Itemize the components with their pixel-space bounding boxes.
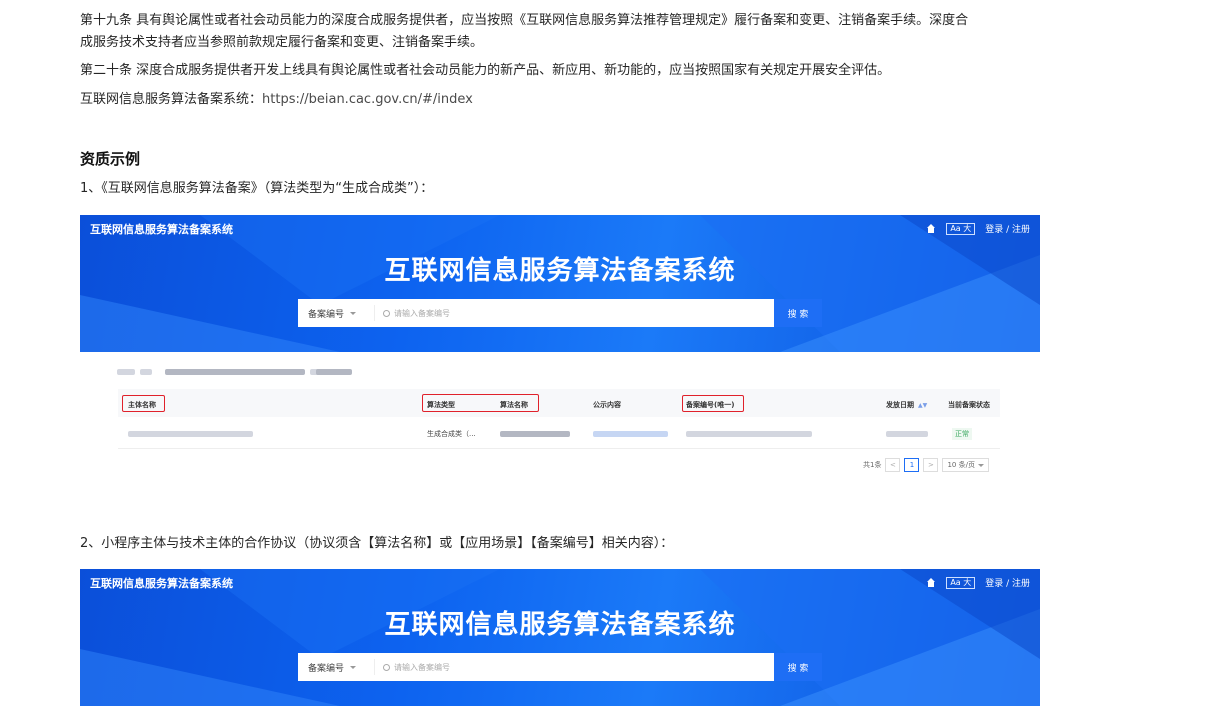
sort-icon[interactable]: ▲▼ xyxy=(918,402,927,409)
status-badge: 正常 xyxy=(952,428,972,440)
results-panel: 主体名称 算法类型 算法名称 公示内容 备案编号(唯一) 发放日期 ▲▼ 当前备案… xyxy=(80,352,1040,492)
font-size-toggle[interactable]: Aa 大 xyxy=(946,576,976,589)
highlight-record-number xyxy=(682,395,744,412)
login-link[interactable]: 登录 / 注册 xyxy=(985,222,1030,235)
banner-toolbar: Aa 大 登录 / 注册 xyxy=(926,222,1030,235)
article-para-20: 第二十条 深度合成服务提供者开发上线具有舆论属性或者社会动员能力的新产品、新应用… xyxy=(80,63,891,78)
search-bar: 备案编号 请输入备案编号 xyxy=(298,299,822,327)
blurred-algo-name xyxy=(500,431,570,437)
blurred-text xyxy=(140,369,152,375)
chevron-down-icon xyxy=(350,311,357,315)
search-icon xyxy=(383,663,390,671)
blurred-text xyxy=(316,369,352,375)
col-public-content: 公示内容 xyxy=(593,401,621,409)
row-algo-type: 生成合成类（... xyxy=(427,430,476,438)
search-type-label: 备案编号 xyxy=(308,309,345,320)
col-issue-date-label: 发放日期 xyxy=(886,401,914,409)
page-size-label: 10 条/页 xyxy=(947,461,975,469)
search-bar: 备案编号 请输入备案编号 xyxy=(298,653,822,681)
banner-title: 互联网信息服务算法备案系统 xyxy=(384,610,736,640)
blurred-issue-date xyxy=(886,431,928,437)
page-size-select[interactable]: 10 条/页 xyxy=(942,458,989,472)
search-input[interactable]: 请输入备案编号 xyxy=(375,308,822,319)
search-placeholder: 请输入备案编号 xyxy=(394,308,450,318)
pager-next-button[interactable]: > xyxy=(923,458,939,472)
col-issue-date[interactable]: 发放日期 ▲▼ xyxy=(886,400,927,410)
login-link[interactable]: 登录 / 注册 xyxy=(985,576,1030,589)
chevron-down-icon xyxy=(350,665,357,669)
banner-logo[interactable]: 互联网信息服务算法备案系统 xyxy=(90,575,233,591)
table-header-row xyxy=(118,389,1000,417)
col-status: 当前备案状态 xyxy=(948,401,990,409)
article-para-beian: 互联网信息服务算法备案系统：https://beian.cac.gov.cn/#… xyxy=(80,89,473,111)
search-type-select[interactable]: 备案编号 xyxy=(298,659,375,675)
chevron-down-icon xyxy=(977,463,984,467)
pager-page-1[interactable]: 1 xyxy=(904,458,920,472)
blurred-record-number xyxy=(686,431,812,437)
banner-title: 互联网信息服务算法备案系统 xyxy=(384,256,736,286)
beian-banner-1: 互联网信息服务算法备案系统 Aa 大 登录 / 注册 互联网信息服务算法备案系统… xyxy=(80,215,1040,352)
example-item-1: 1、《互联网信息服务算法备案》（算法类型为“生成合成类”）： xyxy=(80,181,434,196)
public-content-link[interactable] xyxy=(593,431,668,437)
section-title: 资质示例 xyxy=(80,150,141,168)
highlight-entity xyxy=(122,395,165,412)
banner-toolbar: Aa 大 登录 / 注册 xyxy=(926,576,1030,589)
beian-banner-2: 互联网信息服务算法备案系统 Aa 大 登录 / 注册 互联网信息服务算法备案系统… xyxy=(80,569,1040,706)
example-item-2: 2、小程序主体与技术主体的合作协议（协议须含【算法名称】或【应用场景】【备案编号… xyxy=(80,536,674,551)
pagination: 共1条 < 1 > 10 条/页 xyxy=(863,458,989,472)
beian-label: 互联网信息服务算法备案系统： xyxy=(80,92,263,107)
beian-link[interactable]: https://beian.cac.gov.cn/#/index xyxy=(262,92,473,107)
blurred-text xyxy=(117,369,135,375)
font-size-toggle[interactable]: Aa 大 xyxy=(946,222,976,235)
article-para-19-line1: 第十九条 具有舆论属性或者社会动员能力的深度合成服务提供者，应当按照《互联网信息… xyxy=(80,13,969,28)
home-icon[interactable] xyxy=(926,223,936,234)
search-type-select[interactable]: 备案编号 xyxy=(298,305,375,321)
banner-logo[interactable]: 互联网信息服务算法备案系统 xyxy=(90,221,233,237)
search-button[interactable]: 搜 索 xyxy=(774,653,822,681)
pager-prev-button[interactable]: < xyxy=(885,458,901,472)
search-input[interactable]: 请输入备案编号 xyxy=(375,662,822,673)
pager-total: 共1条 xyxy=(863,461,882,469)
search-icon xyxy=(383,309,390,317)
highlight-algo xyxy=(422,394,539,412)
search-button[interactable]: 搜 索 xyxy=(774,299,822,327)
home-icon[interactable] xyxy=(926,577,936,588)
search-placeholder: 请输入备案编号 xyxy=(394,662,450,672)
blurred-text xyxy=(165,369,305,375)
search-type-label: 备案编号 xyxy=(308,663,345,674)
article-para-19-line2: 成服务技术支持者应当参照前款规定履行备案和变更、注销备案手续。 xyxy=(80,35,484,50)
blurred-entity-name xyxy=(128,431,253,437)
